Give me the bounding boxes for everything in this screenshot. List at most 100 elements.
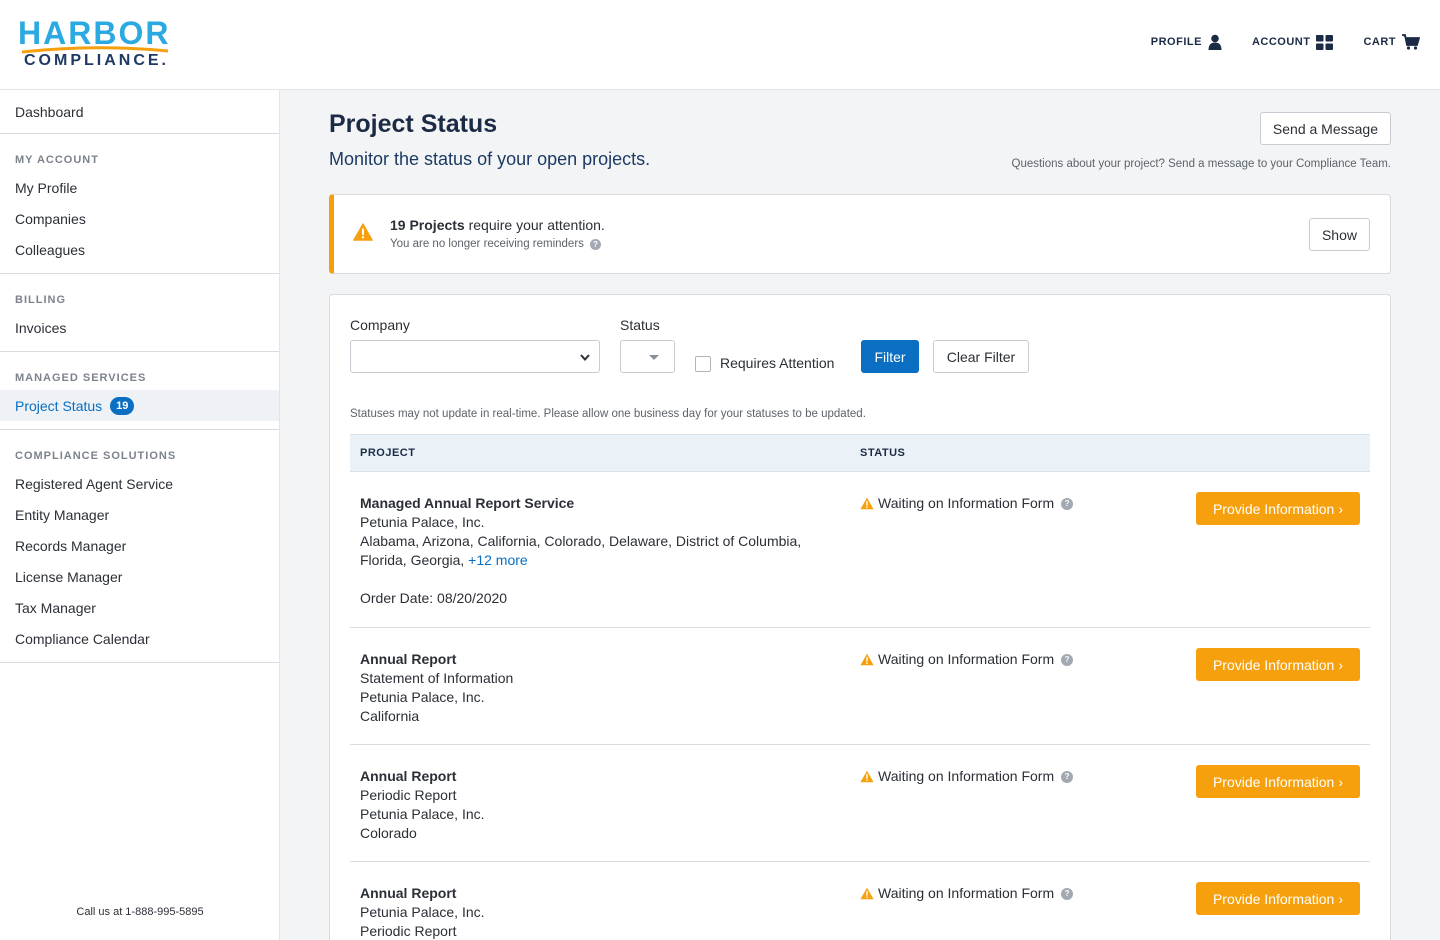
cart-label: CART	[1363, 36, 1396, 48]
help-icon[interactable]: ?	[1061, 497, 1074, 510]
sidebar-group-dashboard: Dashboard	[0, 90, 279, 134]
sidebar-item-companies[interactable]: Companies	[0, 203, 279, 234]
chevron-right-icon: ›	[1338, 500, 1344, 517]
sidebar-item-colleagues[interactable]: Colleagues	[0, 234, 279, 265]
show-button[interactable]: Show	[1308, 218, 1370, 251]
cart-icon	[1402, 34, 1420, 50]
sidebar-item-invoices[interactable]: Invoices	[0, 312, 279, 343]
project-title: Annual Report	[360, 651, 457, 667]
grid-icon	[1316, 34, 1334, 50]
attention-alert: 19 Projects require your attention. You …	[329, 194, 1391, 274]
sidebar-item-tax-manager[interactable]: Tax Manager	[0, 592, 279, 623]
status-update-note: Statuses may not update in real-time. Pl…	[350, 408, 866, 420]
requires-attention-label[interactable]: Requires Attention	[720, 355, 834, 371]
status-select[interactable]	[620, 340, 675, 373]
status-cell: Waiting on Information Form ?	[860, 650, 1074, 669]
top-header: HARBOR COMPLIANCE. PROFILE ACCOUNT CART	[0, 0, 1440, 90]
harbor-compliance-logo[interactable]: HARBOR COMPLIANCE.	[18, 16, 178, 76]
sidebar-item-my-profile[interactable]: My Profile	[0, 172, 279, 203]
project-title: Annual Report	[360, 768, 457, 784]
alert-count: 19 Projects	[390, 217, 465, 233]
provide-information-button[interactable]: Provide Information ›	[1196, 882, 1360, 915]
project-state: Colorado	[360, 825, 417, 841]
provide-information-button[interactable]: Provide Information ›	[1196, 492, 1360, 525]
project-company: Petunia Palace, Inc.	[360, 904, 485, 920]
page-subtitle: Monitor the status of your open projects…	[329, 149, 651, 169]
project-states-tail: Florida, Georgia,	[360, 552, 469, 568]
project-cell: Annual Report Statement of Information P…	[360, 650, 830, 726]
top-nav: PROFILE ACCOUNT CART	[1151, 34, 1420, 50]
user-icon	[1208, 34, 1222, 50]
sidebar-item-compliance-calendar[interactable]: Compliance Calendar	[0, 623, 279, 654]
provide-information-button[interactable]: Provide Information ›	[1196, 648, 1360, 681]
provide-information-label: Provide Information	[1212, 656, 1335, 673]
table-row: Annual Report Periodic Report Petunia Pa…	[350, 745, 1370, 862]
sidebar-group-billing: BILLING Invoices	[0, 274, 279, 352]
status-cell: Waiting on Information Form ?	[860, 884, 1074, 903]
chevron-right-icon: ›	[1338, 890, 1344, 907]
status-cell: Waiting on Information Form ?	[860, 767, 1074, 786]
sidebar-heading: COMPLIANCE SOLUTIONS	[15, 450, 177, 462]
sidebar-item-records-manager[interactable]: Records Manager	[0, 530, 279, 561]
sidebar: Dashboard MY ACCOUNT My Profile Companie…	[0, 90, 280, 940]
project-detail: Periodic Report	[360, 923, 457, 939]
requires-attention-checkbox[interactable]	[695, 356, 711, 372]
project-company: Petunia Palace, Inc.	[360, 806, 485, 822]
logo-word-compliance: COMPLIANCE.	[24, 52, 169, 69]
clear-filter-button[interactable]: Clear Filter	[933, 340, 1029, 373]
help-icon[interactable]: ?	[1061, 653, 1074, 666]
caret-down-icon	[649, 355, 659, 360]
help-icon[interactable]: ?	[1061, 770, 1074, 783]
warning-icon	[860, 653, 874, 666]
warning-icon	[353, 223, 373, 241]
chevron-right-icon: ›	[1338, 773, 1344, 790]
account-link[interactable]: ACCOUNT	[1251, 34, 1334, 50]
reminders-text: You are no longer receiving reminders	[390, 238, 584, 250]
sidebar-group-managed-services: MANAGED SERVICES Project Status 19	[0, 352, 279, 430]
provide-information-button[interactable]: Provide Information ›	[1196, 765, 1360, 798]
sidebar-group-my-account: MY ACCOUNT My Profile Companies Colleagu…	[0, 134, 279, 274]
alert-subtext: You are no longer receiving reminders ?	[390, 238, 601, 250]
projects-table: PROJECT STATUS Managed Annual Report Ser…	[350, 434, 1370, 940]
project-title: Managed Annual Report Service	[360, 495, 575, 511]
project-count-badge: 19	[110, 396, 135, 415]
sidebar-item-registered-agent[interactable]: Registered Agent Service	[0, 468, 279, 499]
sidebar-item-project-status[interactable]: Project Status 19	[0, 390, 279, 421]
sidebar-item-entity-manager[interactable]: Entity Manager	[0, 499, 279, 530]
project-title: Annual Report	[360, 885, 457, 901]
table-row: Annual Report Statement of Information P…	[350, 628, 1370, 745]
projects-panel: Company Status Requires Attention Filter…	[329, 294, 1391, 940]
sidebar-item-dashboard[interactable]: Dashboard	[0, 96, 279, 127]
company-label: Company	[350, 317, 410, 333]
more-states-link[interactable]: +12 more	[468, 552, 528, 568]
profile-link[interactable]: PROFILE	[1151, 34, 1222, 50]
send-message-button[interactable]: Send a Message	[1259, 112, 1391, 145]
cart-link[interactable]: CART	[1363, 34, 1420, 50]
table-header: PROJECT STATUS	[350, 434, 1370, 472]
status-cell: Waiting on Information Form ?	[860, 494, 1074, 513]
help-icon[interactable]: ?	[589, 238, 601, 250]
main-content: Project Status Monitor the status of you…	[280, 90, 1440, 940]
status-text: Waiting on Information Form	[878, 495, 1055, 511]
help-icon[interactable]: ?	[1061, 887, 1074, 900]
project-state: California	[360, 708, 420, 724]
company-select[interactable]	[350, 340, 600, 373]
warning-icon	[860, 497, 874, 510]
provide-information-label: Provide Information	[1212, 890, 1335, 907]
chevron-down-icon	[580, 354, 590, 362]
column-header-status: STATUS	[860, 447, 906, 459]
alert-title: 19 Projects require your attention.	[390, 217, 605, 233]
filter-button[interactable]: Filter	[861, 340, 919, 373]
logo-word-harbor: HARBOR	[18, 15, 171, 51]
chevron-right-icon: ›	[1338, 656, 1344, 673]
account-label: ACCOUNT	[1251, 36, 1311, 48]
project-cell: Managed Annual Report Service Petunia Pa…	[360, 494, 830, 608]
sidebar-heading: BILLING	[15, 294, 66, 306]
column-header-project: PROJECT	[360, 447, 416, 459]
project-detail: Statement of Information	[360, 670, 514, 686]
warning-icon	[860, 887, 874, 900]
project-cell: Annual Report Petunia Palace, Inc. Perio…	[360, 884, 830, 940]
project-company: Petunia Palace, Inc.	[360, 689, 485, 705]
sidebar-item-license-manager[interactable]: License Manager	[0, 561, 279, 592]
